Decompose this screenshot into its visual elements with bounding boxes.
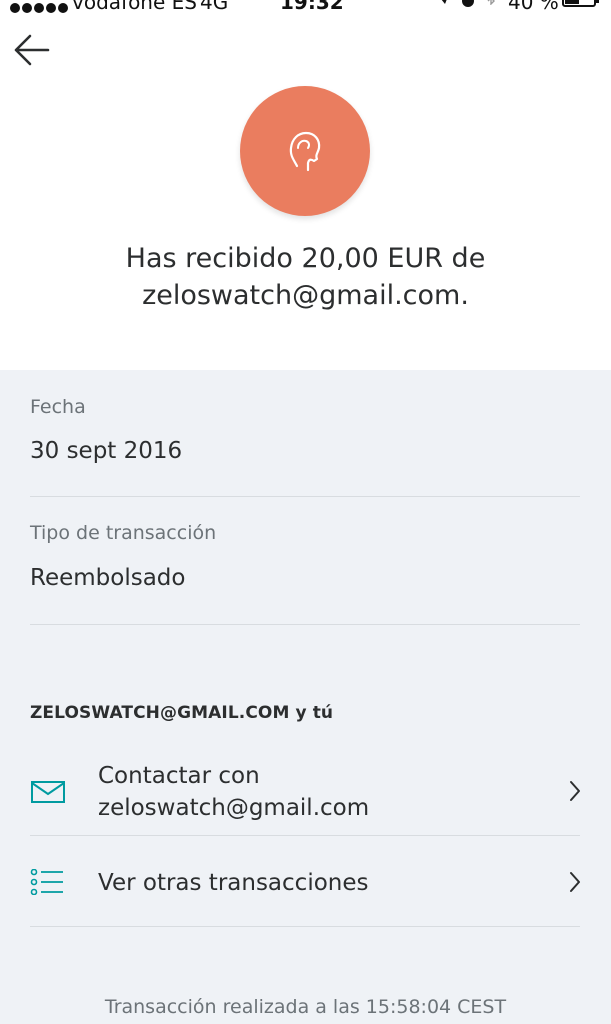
chevron-right-icon bbox=[570, 872, 580, 892]
list-icon bbox=[30, 869, 63, 895]
battery-percentage: 40 % bbox=[508, 0, 559, 14]
received-message: Has recibido 20,00 EUR de zeloswatch@gma… bbox=[40, 240, 571, 314]
carrier-name: vodafone ES bbox=[72, 0, 197, 14]
contact-label-line-2: zeloswatch@gmail.com bbox=[98, 795, 370, 821]
divider bbox=[30, 624, 580, 625]
battery-icon bbox=[562, 0, 599, 7]
bluetooth-icon bbox=[487, 0, 495, 5]
contact-section-title: ZELOSWATCH@GMAIL.COM y tú bbox=[30, 703, 334, 723]
network-type: 4G bbox=[200, 0, 229, 14]
divider bbox=[30, 496, 580, 497]
received-message-line-2: zeloswatch@gmail.com. bbox=[142, 280, 469, 311]
status-bar: vodafone ES 4G 19:32 40 % bbox=[0, 0, 611, 14]
back-button[interactable] bbox=[8, 30, 54, 70]
arrow-left-icon bbox=[14, 34, 50, 66]
envelope-icon bbox=[31, 781, 65, 803]
contact-label-line-1: Contactar con bbox=[98, 763, 260, 789]
transaction-type-label: Tipo de transacción bbox=[30, 522, 217, 544]
location-icon bbox=[441, 0, 447, 4]
contact-label: Contactar con zeloswatch@gmail.com bbox=[98, 760, 369, 824]
divider bbox=[30, 926, 580, 927]
other-transactions-row[interactable]: Ver otras transacciones bbox=[0, 836, 611, 926]
status-time: 19:32 bbox=[280, 0, 344, 14]
date-label: Fecha bbox=[30, 396, 86, 418]
transaction-time-footer: Transacción realizada a las 15:58:04 CES… bbox=[104, 996, 507, 1018]
transaction-type-value: Reembolsado bbox=[30, 565, 186, 591]
date-value: 30 sept 2016 bbox=[30, 438, 183, 464]
signal-strength-icon bbox=[10, 0, 70, 14]
rotation-lock-icon bbox=[462, 0, 474, 7]
contact-row[interactable]: Contactar con zeloswatch@gmail.com bbox=[0, 750, 611, 834]
transaction-header: Has recibido 20,00 EUR de zeloswatch@gma… bbox=[0, 0, 611, 370]
avatar bbox=[240, 86, 370, 216]
person-profile-icon bbox=[289, 131, 321, 172]
other-transactions-label: Ver otras transacciones bbox=[98, 870, 369, 896]
received-message-line-1: Has recibido 20,00 EUR de bbox=[125, 243, 486, 274]
chevron-right-icon bbox=[570, 781, 580, 801]
